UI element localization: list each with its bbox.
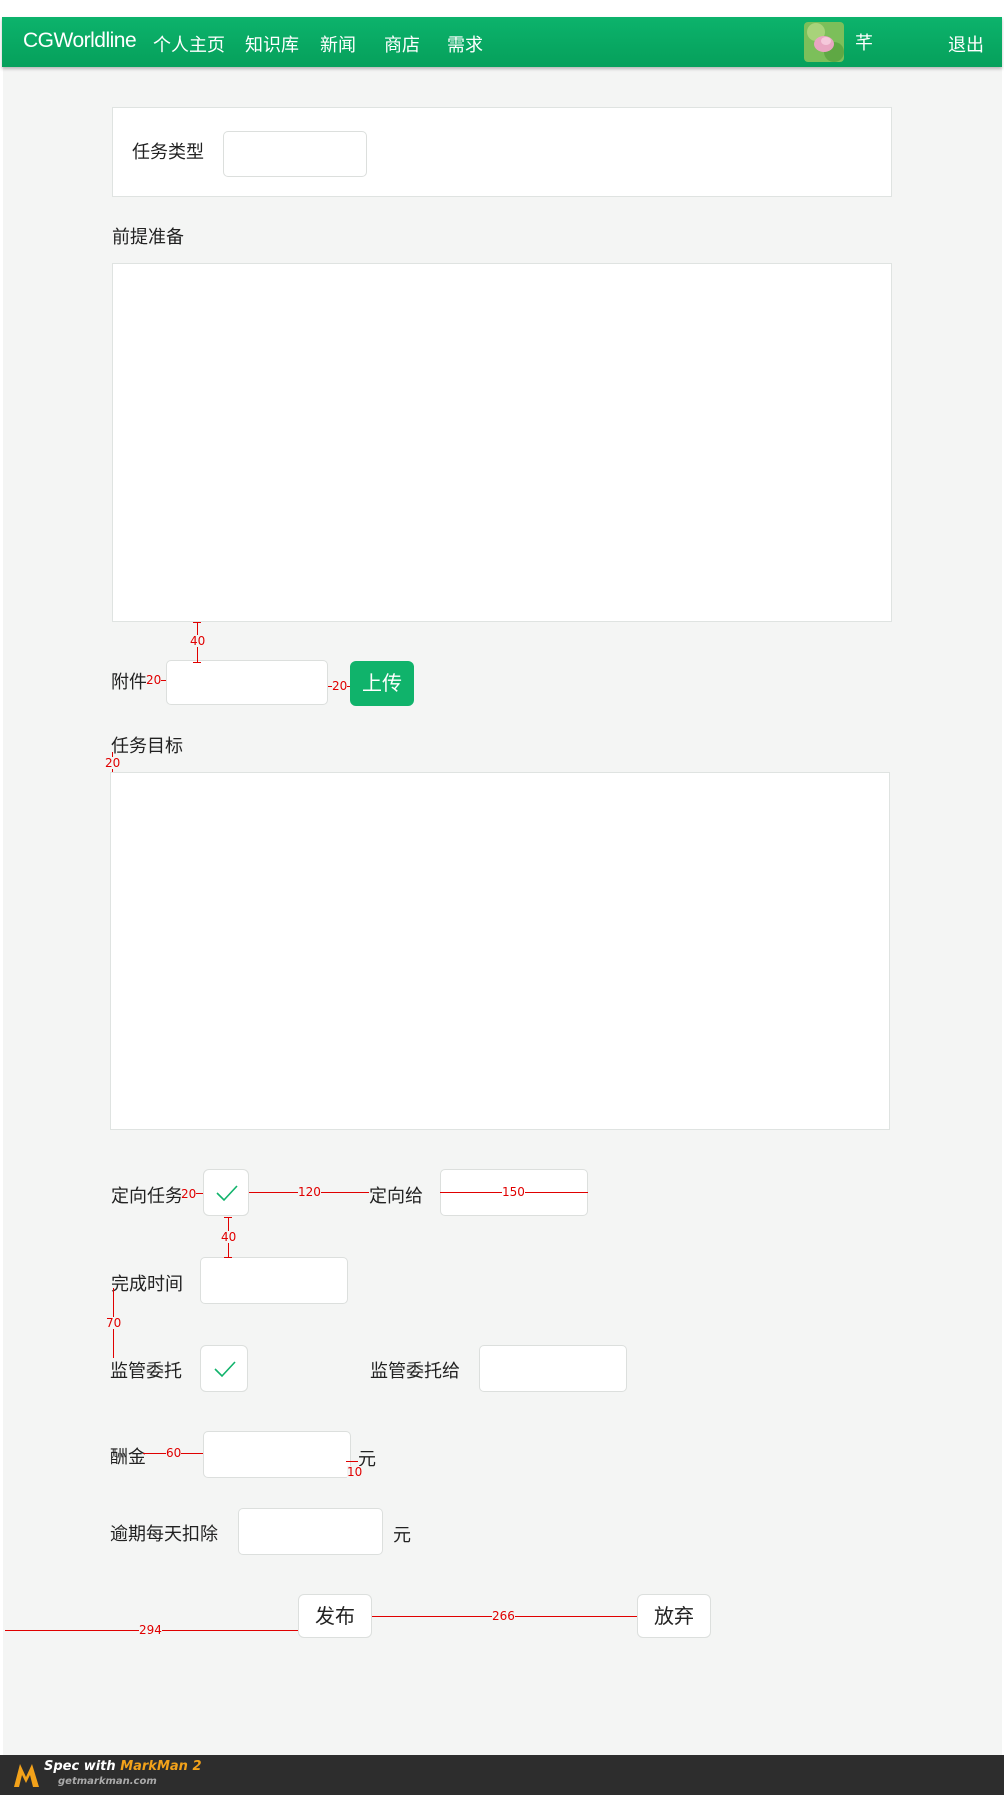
prerequisite-textarea[interactable] bbox=[112, 263, 892, 622]
checkmark-icon bbox=[214, 1361, 236, 1378]
top-navbar: CGWorldline 个人主页 知识库 新闻 商店 需求 芊 退出 bbox=[2, 17, 1002, 67]
reward-input[interactable] bbox=[203, 1431, 351, 1478]
penalty-input[interactable] bbox=[238, 1508, 383, 1555]
penalty-label: 逾期每天扣除 bbox=[110, 1524, 218, 1545]
annotation-label: 40 bbox=[190, 634, 206, 648]
annotation-label: 120 bbox=[298, 1185, 321, 1199]
attachment-input[interactable] bbox=[166, 660, 328, 705]
annotation-label: 60 bbox=[166, 1446, 182, 1460]
goal-textarea[interactable] bbox=[110, 772, 890, 1130]
annotation-label: 266 bbox=[492, 1609, 515, 1623]
annotation-tick bbox=[224, 1217, 232, 1218]
annotation-label: 20 bbox=[181, 1187, 197, 1201]
username[interactable]: 芊 bbox=[855, 29, 873, 55]
publish-button[interactable]: 发布 bbox=[298, 1594, 372, 1638]
annotation-label: 20 bbox=[105, 756, 121, 770]
abandon-button[interactable]: 放弃 bbox=[637, 1594, 711, 1638]
directed-task-label: 定向任务 bbox=[111, 1186, 183, 1207]
upload-button[interactable]: 上传 bbox=[350, 661, 414, 706]
deadline-input[interactable] bbox=[200, 1257, 348, 1304]
penalty-unit: 元 bbox=[393, 1525, 411, 1546]
nav-item-news[interactable]: 新闻 bbox=[320, 31, 356, 57]
logout-link[interactable]: 退出 bbox=[948, 31, 984, 57]
supervise-checkbox[interactable] bbox=[200, 1345, 248, 1392]
annotation-label: 294 bbox=[139, 1623, 162, 1637]
annotation-label: 40 bbox=[221, 1230, 237, 1244]
goal-label: 任务目标 bbox=[111, 736, 183, 757]
annotation-tick bbox=[193, 622, 201, 623]
reward-label: 酬金 bbox=[110, 1447, 146, 1468]
supervise-label: 监管委托 bbox=[110, 1361, 182, 1382]
task-type-input[interactable] bbox=[223, 131, 367, 177]
avatar[interactable] bbox=[804, 22, 844, 62]
markman-footer: Spec with MarkMan 2 getmarkman.com bbox=[0, 1755, 1004, 1795]
site-logo[interactable]: CGWorldline bbox=[23, 29, 137, 53]
attachment-label: 附件 bbox=[111, 672, 147, 693]
supervise-to-input[interactable] bbox=[479, 1345, 627, 1392]
annotation-label: 10 bbox=[347, 1465, 363, 1479]
directed-to-label: 定向给 bbox=[369, 1186, 423, 1207]
nav-item-knowledge[interactable]: 知识库 bbox=[245, 31, 299, 57]
supervise-to-label: 监管委托给 bbox=[370, 1361, 460, 1382]
annotation-line bbox=[346, 1461, 358, 1462]
nav-item-demand[interactable]: 需求 bbox=[447, 31, 483, 57]
checkmark-icon bbox=[216, 1185, 238, 1202]
markman-logo-icon bbox=[14, 1764, 39, 1787]
task-type-label: 任务类型 bbox=[132, 142, 204, 163]
markman-spec-text: Spec with MarkMan 2 bbox=[44, 1759, 202, 1774]
directed-task-checkbox[interactable] bbox=[203, 1169, 249, 1216]
annotation-label: 70 bbox=[106, 1316, 122, 1330]
deadline-label: 完成时间 bbox=[111, 1274, 183, 1295]
annotation-tick bbox=[193, 662, 201, 663]
nav-item-home[interactable]: 个人主页 bbox=[153, 31, 225, 57]
annotation-tick bbox=[224, 1257, 232, 1258]
annotation-label: 20 bbox=[146, 673, 162, 687]
prerequisite-label: 前提准备 bbox=[112, 227, 184, 248]
markman-url[interactable]: getmarkman.com bbox=[58, 1776, 157, 1787]
annotation-label: 20 bbox=[332, 679, 348, 693]
nav-item-shop[interactable]: 商店 bbox=[384, 31, 420, 57]
annotation-label: 150 bbox=[502, 1185, 525, 1199]
